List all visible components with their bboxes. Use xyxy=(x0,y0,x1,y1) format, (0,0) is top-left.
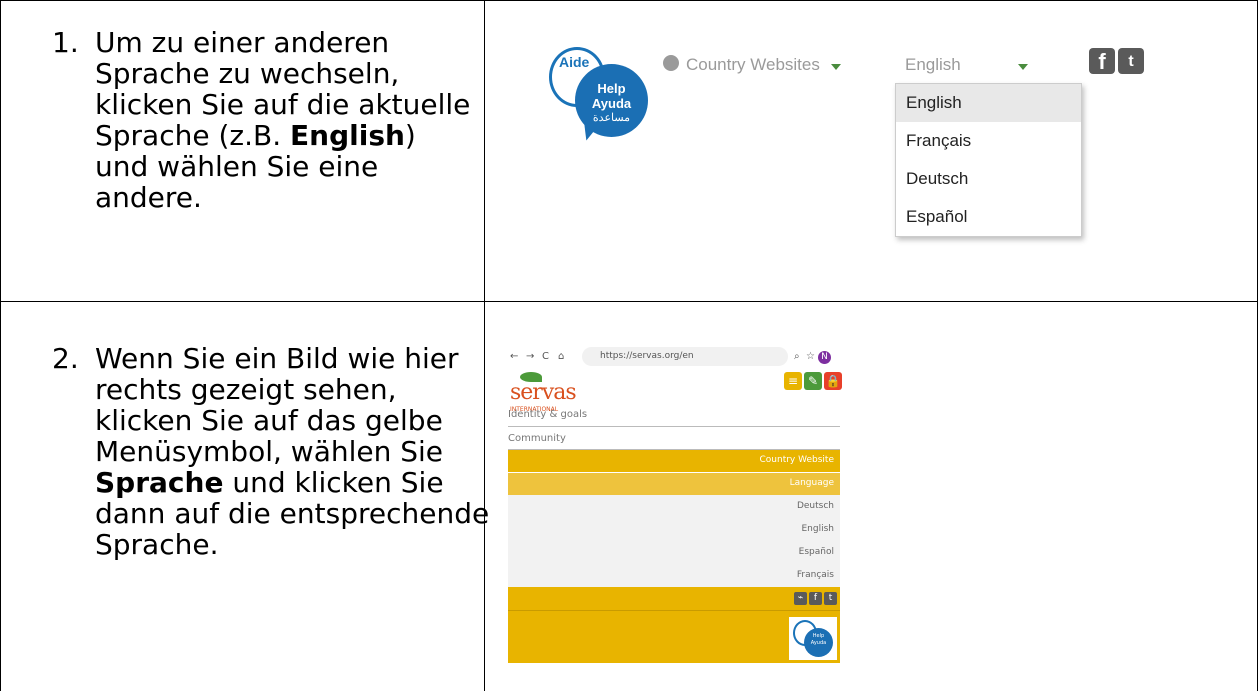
servas-logo[interactable]: servas xyxy=(510,380,577,405)
help-bubble-fill: Help Ayuda xyxy=(804,628,833,657)
twitter-icon[interactable]: t xyxy=(1118,48,1144,74)
menu-item-english[interactable]: English xyxy=(896,84,1081,122)
language-label: Language xyxy=(789,478,834,488)
menu-row-community[interactable]: Community xyxy=(508,433,840,444)
facebook-icon[interactable]: f xyxy=(809,592,822,605)
divider xyxy=(508,610,840,611)
menu-item-francais[interactable]: Français xyxy=(896,122,1081,160)
help-bubble-main[interactable]: Help Ayuda مساعدة xyxy=(575,64,648,137)
star-icon[interactable]: ☆ xyxy=(806,351,815,362)
back-icon[interactable]: ← xyxy=(510,351,518,362)
address-bar[interactable]: https://servas.org/en xyxy=(582,347,788,366)
language-row[interactable]: Language xyxy=(508,473,840,495)
table-row-divider xyxy=(0,301,1258,302)
home-icon[interactable]: ⌂ xyxy=(558,351,564,362)
chevron-down-icon[interactable] xyxy=(831,64,841,70)
twitter-icon[interactable]: t xyxy=(824,592,837,605)
zoom-icon[interactable]: ⌕ xyxy=(794,351,800,362)
globe-icon xyxy=(663,55,679,71)
language-english[interactable]: English xyxy=(802,524,835,534)
country-website-row[interactable]: Country Website xyxy=(508,450,840,472)
chevron-down-icon[interactable] xyxy=(1018,64,1028,70)
language-list: Deutsch English Español Français xyxy=(508,495,840,587)
country-website-label: Country Website xyxy=(759,455,835,465)
current-language-select[interactable]: English xyxy=(905,55,961,75)
step-number: 1. xyxy=(52,26,79,59)
step-number: 2. xyxy=(52,342,79,375)
edit-icon[interactable]: ✎ xyxy=(804,372,822,390)
language-deutsch[interactable]: Deutsch xyxy=(797,501,834,511)
browser-toolbar: ← → C ⌂ https://servas.org/en ⌕ ☆ N xyxy=(508,347,842,369)
facebook-icon[interactable]: f xyxy=(1089,48,1115,74)
divider xyxy=(508,426,840,427)
step-text: Um zu einer anderen Sprache zu wechseln,… xyxy=(95,26,471,214)
table-border-top xyxy=(0,0,1258,1)
menu-item-espanol[interactable]: Español xyxy=(896,198,1081,236)
rss-icon[interactable]: ⌁ xyxy=(794,592,807,605)
reload-icon[interactable]: C xyxy=(542,351,549,362)
mobile-menu-screenshot: ← → C ⌂ https://servas.org/en ⌕ ☆ N serv… xyxy=(508,347,842,665)
lock-icon[interactable]: 🔒 xyxy=(824,372,842,390)
help-bubble-icon[interactable]: Help Ayuda xyxy=(789,617,837,660)
menu-icon[interactable]: ≡ xyxy=(784,372,802,390)
forward-icon[interactable]: → xyxy=(526,351,534,362)
language-espanol[interactable]: Español xyxy=(799,547,834,557)
step-text: Wenn Sie ein Bild wie hier rechts gezeig… xyxy=(95,342,490,561)
profile-avatar[interactable]: N xyxy=(818,351,831,364)
country-websites-link[interactable]: Country Websites xyxy=(686,55,820,75)
language-francais[interactable]: Français xyxy=(797,570,834,580)
language-menu: English Français Deutsch Español xyxy=(895,83,1082,237)
table-border-left xyxy=(0,0,1,691)
language-dropdown-screenshot: Aide Help Ayuda مساعدة Country Websites … xyxy=(520,28,1160,268)
menu-row-identity[interactable]: Identity & goals xyxy=(508,409,840,420)
menu-item-deutsch[interactable]: Deutsch xyxy=(896,160,1081,198)
